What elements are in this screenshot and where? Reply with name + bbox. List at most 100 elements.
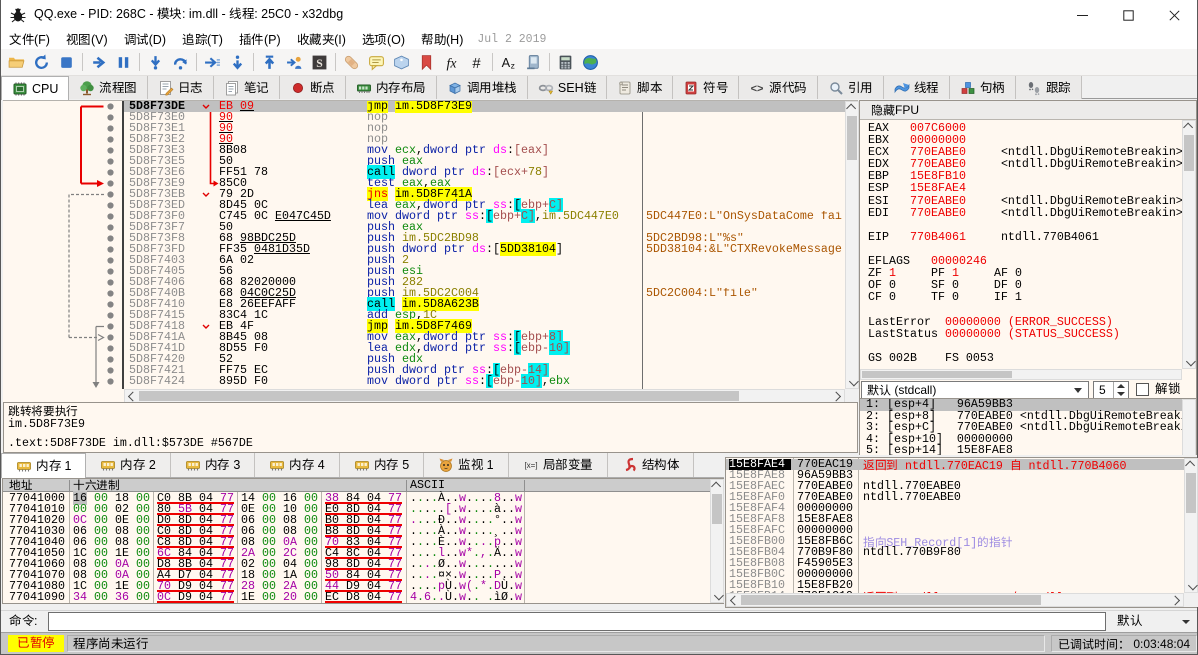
register-line[interactable]: LastStatus 00000000 (STATUS_SUCCESS) <box>868 328 1186 340</box>
dump-byte[interactable]: 04 <box>199 590 213 604</box>
run-to-user-button[interactable] <box>200 50 225 74</box>
tab-log[interactable] <box>148 76 214 99</box>
dump-row[interactable]: 7704109034 00 36 000C D9 04 771E 00 20 0… <box>3 592 723 603</box>
scrollbar-thumb[interactable] <box>1184 135 1194 171</box>
tab-callstack[interactable] <box>437 76 528 99</box>
globe-button[interactable] <box>578 50 603 74</box>
scrollbar-thumb[interactable] <box>862 371 1012 378</box>
attach-button[interactable] <box>282 50 307 74</box>
scrollbar-arrow[interactable] <box>1170 594 1183 606</box>
stack-row[interactable]: 15E8FB0C00000000 <box>726 569 1184 580</box>
memory-dump-pane[interactable]: ASCII 7704100016 00 18 00C0 8B 04 7714 0… <box>2 478 724 604</box>
step-over-button[interactable] <box>168 50 193 74</box>
scrollbar-arrow[interactable] <box>846 102 858 115</box>
scrollbar-arrow[interactable] <box>711 480 723 493</box>
tab-seh[interactable]: SEH <box>528 76 607 99</box>
modules-button[interactable] <box>521 50 546 74</box>
calling-convention-select[interactable]: (stdcall) <box>861 381 1089 399</box>
dump-byte[interactable]: 00 <box>262 590 276 604</box>
stack-pane[interactable]: 15E8FAE4770EAC19 ntdll.770EAC19 ntdll.77… <box>725 457 1197 608</box>
scrollbar-arrow[interactable] <box>1185 459 1197 472</box>
hide-fpu-button[interactable]: FPU <box>860 101 1196 120</box>
dump-tab-memory[interactable]: 5 <box>340 453 424 477</box>
scrollbar-arrow[interactable] <box>125 390 138 402</box>
dump-byte[interactable]: 00 <box>136 590 150 604</box>
stack-row[interactable]: 15E8FAF400000000 <box>726 503 1184 514</box>
menu-item-t[interactable]: (T) <box>174 30 231 49</box>
stop-button[interactable] <box>54 50 79 74</box>
comment-button[interactable] <box>364 50 389 74</box>
stack-row[interactable]: 15E8FAE4770EAC19 ntdll.770EAC19 ntdll.77… <box>726 459 1184 470</box>
maximize-button[interactable] <box>1105 0 1151 30</box>
dump-byte[interactable]: 34 <box>73 590 87 604</box>
disassembly-pane[interactable]: 5D8F73DEEB 09jmp im.5D8F73E95D8F73E090no… <box>3 100 858 402</box>
pause-button[interactable] <box>111 50 136 74</box>
registers-horizontal-scrollbar[interactable] <box>860 369 1182 380</box>
scrollbar-arrow[interactable] <box>727 594 740 606</box>
tab-threads[interactable] <box>884 76 950 99</box>
menu-item-i[interactable]: (I) <box>289 30 354 49</box>
command-input[interactable] <box>48 612 1106 631</box>
stack-horizontal-scrollbar[interactable] <box>726 593 1184 607</box>
disassembly-horizontal-scrollbar[interactable] <box>124 389 845 403</box>
command-profile-select[interactable] <box>1111 612 1195 631</box>
hash-button[interactable]: # <box>464 50 489 74</box>
scrollbar-arrow[interactable] <box>1183 121 1195 134</box>
dump-byte[interactable]: 77 <box>220 590 234 604</box>
scrollbar-arrow[interactable] <box>711 589 723 602</box>
menu-item-d[interactable]: (D) <box>116 30 174 49</box>
register-line[interactable]: GS 002B FS 0053 <box>868 352 1186 364</box>
stack-row[interactable]: 15E8FAF815E8FAE8 <box>726 514 1184 525</box>
bookmark-button[interactable] <box>414 50 439 74</box>
register-line[interactable]: EDI 770EABE0 <ntdll.DbgUiRemoteBreakin> <box>868 207 1186 219</box>
stack-row[interactable]: 15E8FAF0770EABE0ntdll.770EABE0 <box>726 492 1184 503</box>
dump-byte[interactable]: 00 <box>94 590 108 604</box>
close-button[interactable] <box>1151 0 1197 30</box>
menu-item-h[interactable]: (H) <box>413 30 471 49</box>
step-into-button[interactable] <box>143 50 168 74</box>
scrollbar-thumb[interactable] <box>139 391 739 401</box>
tab-notes[interactable] <box>214 76 280 99</box>
dump-byte[interactable]: 36 <box>115 590 129 604</box>
dump-byte[interactable]: 77 <box>388 590 402 604</box>
tab-breakpoint[interactable] <box>280 76 346 99</box>
tab-symbols[interactable] <box>673 76 739 99</box>
disasm-row[interactable]: 5D8F7424895D F0mov dword ptr ss:[ebp-10]… <box>124 376 845 387</box>
restart-button[interactable] <box>29 50 54 74</box>
tab-cpu[interactable]: CPU <box>1 76 69 100</box>
scrollbar-arrow[interactable] <box>831 390 844 402</box>
tab-script[interactable] <box>607 76 673 99</box>
dump-tab-memory[interactable]: 4 <box>255 453 339 477</box>
scrollbar-arrow[interactable] <box>1183 355 1195 368</box>
arguments-vertical-scrollbar[interactable] <box>1182 399 1196 455</box>
menu-item-o[interactable]: (O) <box>354 30 413 49</box>
tab-source[interactable]: <> <box>739 76 818 99</box>
unlock-checkbox[interactable] <box>1136 383 1149 396</box>
dump-tab-memory[interactable]: 1 <box>1 453 86 478</box>
disassembly-vertical-scrollbar[interactable] <box>845 101 859 389</box>
register-line[interactable]: CF 0 TF 0 IF 1 <box>868 291 1186 303</box>
stack-row[interactable]: 15E8FB04770B9F80ntdll.770B9F80 <box>726 547 1184 558</box>
dump-byte[interactable]: 04 <box>367 590 381 604</box>
menu-item-p[interactable]: (P) <box>231 30 289 49</box>
label-button[interactable] <box>389 50 414 74</box>
dump-tab-watch[interactable]: 1 <box>424 453 508 477</box>
tab-handles[interactable] <box>950 76 1016 99</box>
stack-row[interactable]: 15E8FB08F45905E3 <box>726 558 1184 569</box>
step-out-button[interactable] <box>225 50 250 74</box>
dump-tab-memory[interactable]: 3 <box>171 453 255 477</box>
register-line[interactable]: EIP 770B4061 ntdll.770B4061 <box>868 231 1186 243</box>
scrollbar-arrow[interactable] <box>1185 579 1197 592</box>
scrollbar-thumb[interactable] <box>1186 473 1196 513</box>
strings-button[interactable]: Az <box>496 50 521 74</box>
scrollbar-arrow[interactable] <box>846 375 858 388</box>
function-button[interactable]: fx <box>439 50 464 74</box>
dump-tab-memory[interactable]: 2 <box>86 453 170 477</box>
patches-button[interactable] <box>339 50 364 74</box>
scrollbar-thumb[interactable] <box>741 595 1041 605</box>
tab-memmap[interactable] <box>346 76 437 99</box>
dump-byte[interactable]: 1E <box>241 590 255 604</box>
registers-vertical-scrollbar[interactable] <box>1182 120 1196 369</box>
stack-row[interactable]: 15E8FAFC00000000 <box>726 525 1184 536</box>
stack-row[interactable]: 15E8FB1015E8FB20 <box>726 580 1184 591</box>
